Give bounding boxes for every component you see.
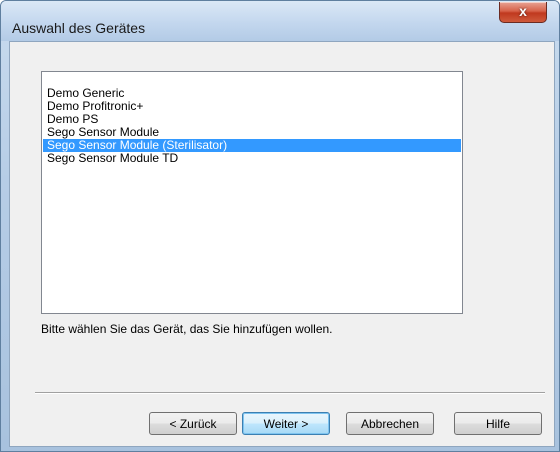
back-button[interactable]: < Zurück [149,412,237,435]
dialog-window: Auswahl des Gerätes x Demo Generic Demo … [0,0,560,452]
window-title: Auswahl des Gerätes [12,20,146,36]
device-listbox[interactable]: Demo Generic Demo Profitronic+ Demo PS S… [41,71,463,314]
title-bar[interactable]: Auswahl des Gerätes x [1,1,559,41]
close-button[interactable]: x [499,2,547,23]
close-icon: x [519,3,527,19]
instruction-text: Bitte wählen Sie das Gerät, das Sie hinz… [41,322,333,336]
cancel-button[interactable]: Abbrechen [346,412,434,435]
help-button[interactable]: Hilfe [454,412,542,435]
dialog-client-area: Demo Generic Demo Profitronic+ Demo PS S… [9,41,555,447]
list-item[interactable]: Demo Profitronic+ [43,100,461,113]
next-button[interactable]: Weiter > [242,412,330,435]
list-item[interactable]: Sego Sensor Module TD [43,152,461,165]
separator-line [35,392,545,394]
